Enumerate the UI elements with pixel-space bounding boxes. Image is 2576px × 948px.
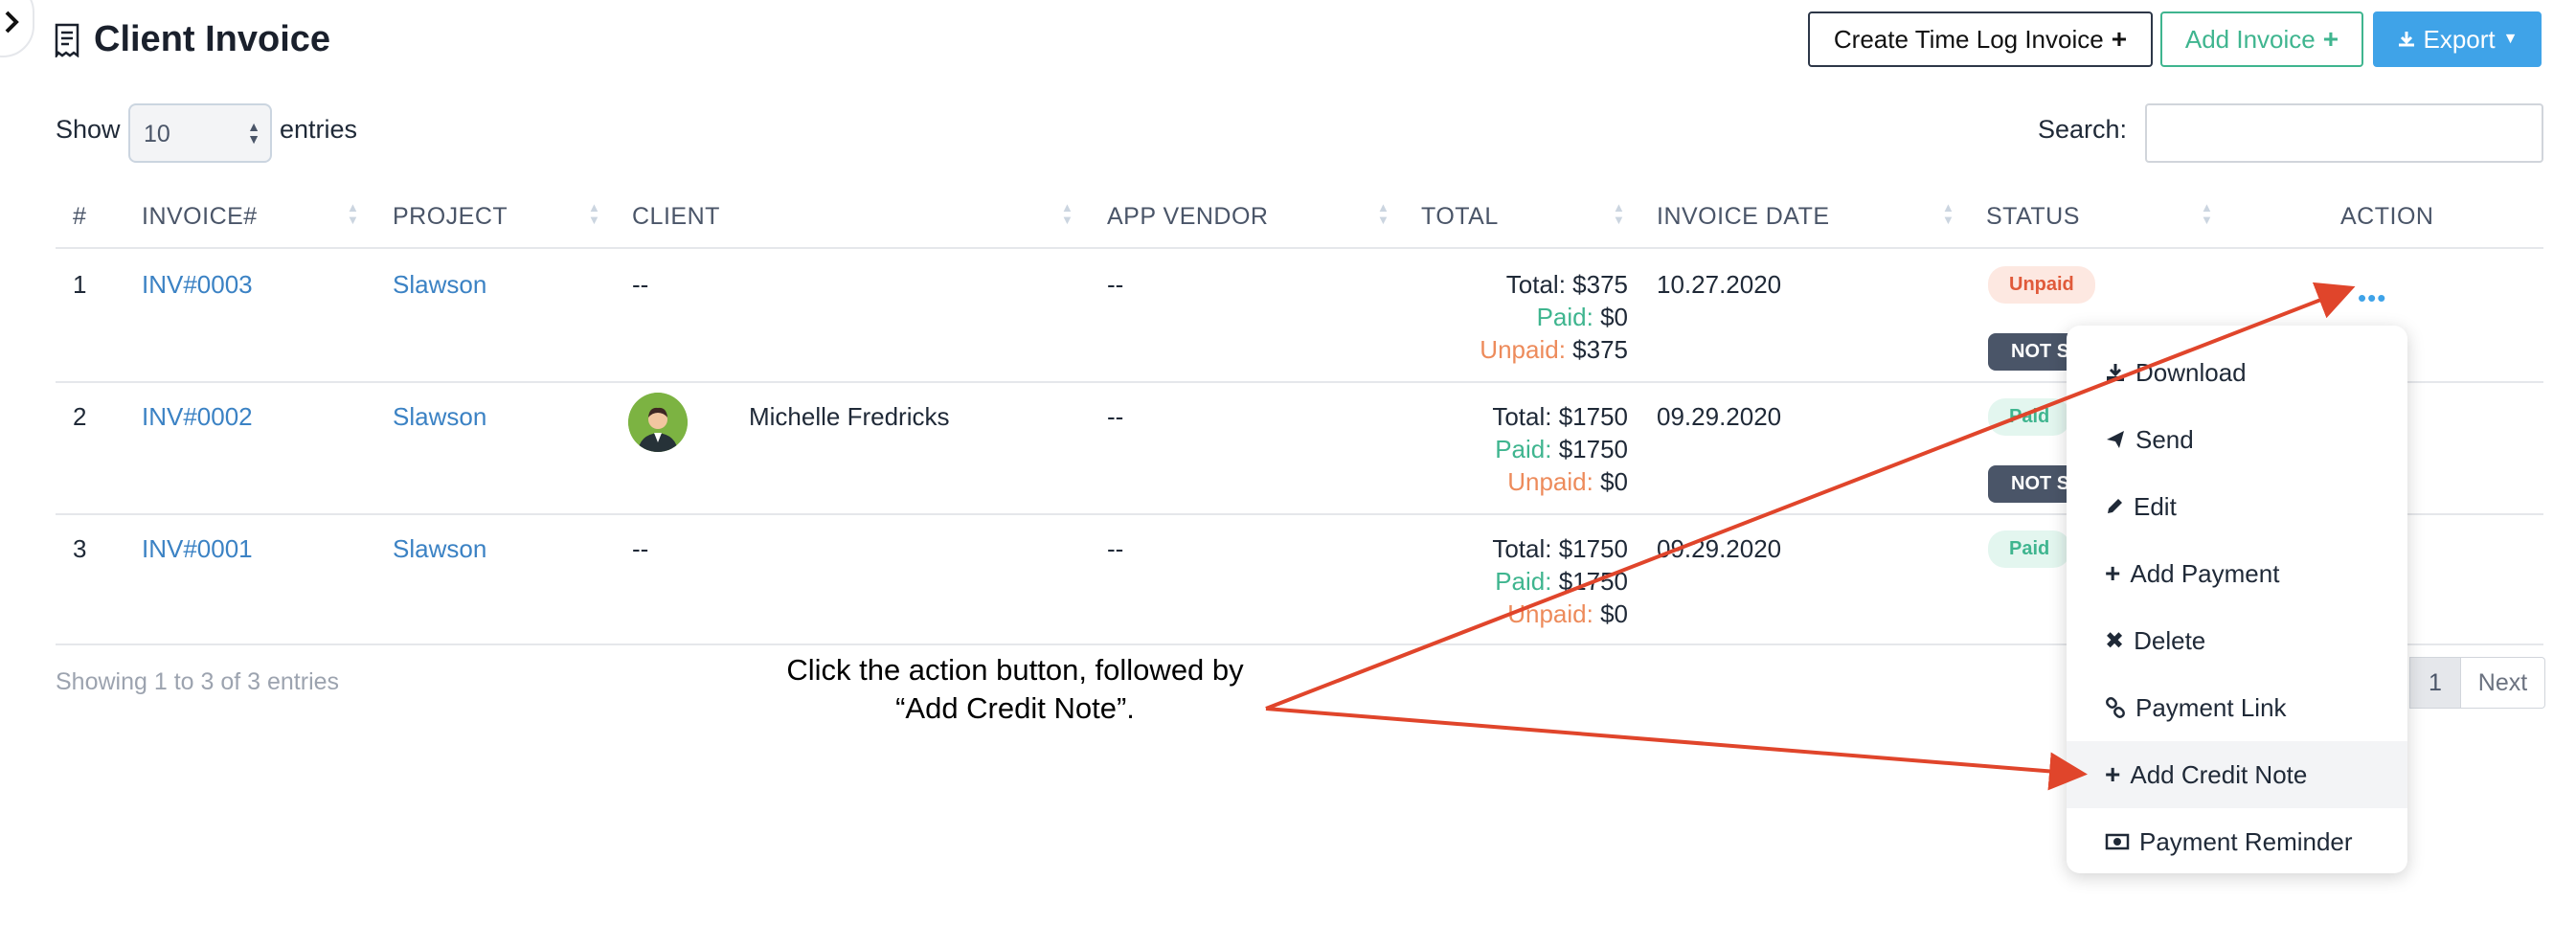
annotation-arrows [1265,282,2356,791]
arrow-to-add-credit-note [1265,707,2088,791]
arrow-to-action-button [1265,282,2356,711]
